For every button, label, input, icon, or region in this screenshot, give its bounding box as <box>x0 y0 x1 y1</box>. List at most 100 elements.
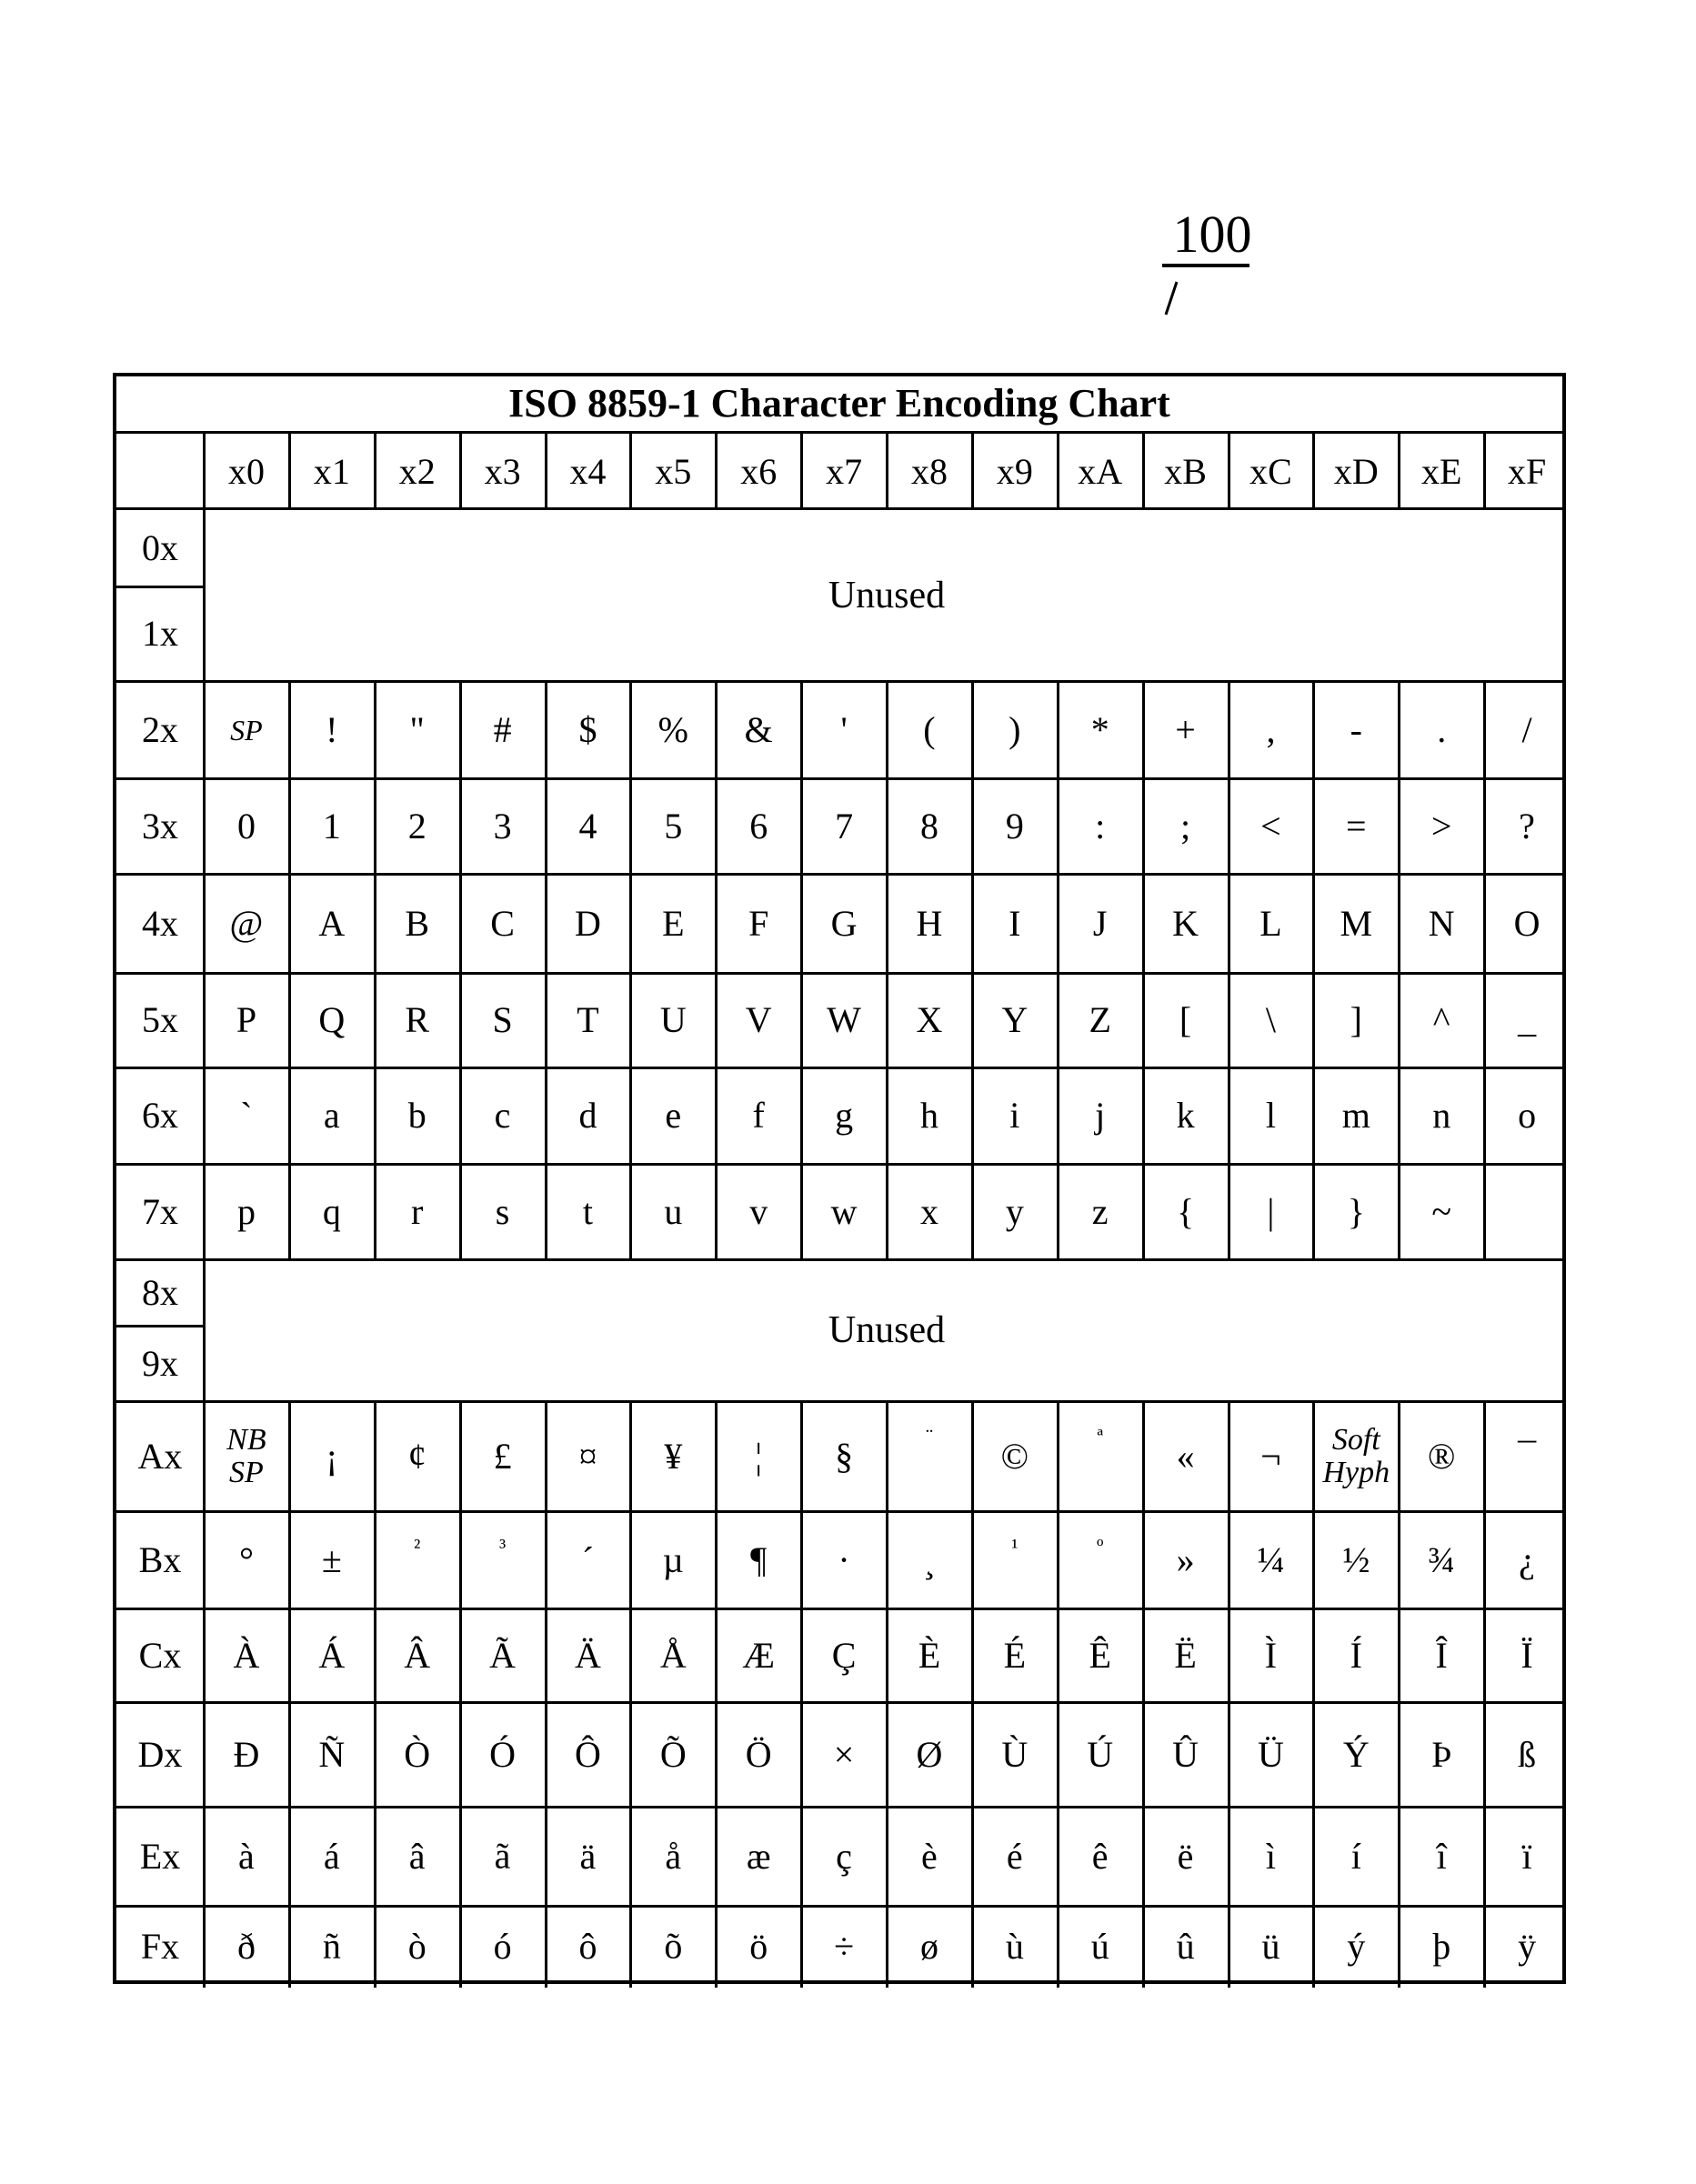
char-cell: ¹ <box>1011 1536 1019 1559</box>
column-divider <box>287 434 291 509</box>
char-cell: R <box>405 999 430 1040</box>
char-cell: Ø <box>916 1733 943 1775</box>
char-cell: , <box>1266 708 1276 750</box>
char-cell: e <box>665 1095 682 1136</box>
char-cell: k <box>1176 1095 1195 1136</box>
column-divider <box>886 1164 888 1259</box>
char-cell: ë <box>1177 1835 1194 1877</box>
column-divider <box>1141 973 1145 1067</box>
column-divider <box>886 1511 888 1608</box>
char-cell: Á <box>318 1634 346 1676</box>
char-cell: ç <box>836 1835 852 1877</box>
char-cell: ] <box>1350 999 1362 1040</box>
char-cell: NB SP <box>204 1401 289 1511</box>
char-cell: G <box>830 902 858 944</box>
char-cell: ¦ <box>755 1435 763 1477</box>
column-divider <box>373 1906 376 1988</box>
column-divider <box>629 1807 633 1906</box>
column-divider <box>1312 973 1316 1067</box>
char-cell: Ã <box>489 1634 516 1676</box>
leader-line <box>1164 281 1179 316</box>
column-header: x7 <box>826 450 863 492</box>
char-cell: p <box>236 1190 256 1232</box>
char-cell: 8 <box>919 805 938 847</box>
char-cell: l <box>1265 1095 1276 1136</box>
char-cell: ¼ <box>1257 1538 1285 1580</box>
column-divider <box>458 973 462 1067</box>
column-divider <box>970 1906 974 1988</box>
column-divider <box>715 681 718 778</box>
char-cell: Ñ <box>318 1733 346 1775</box>
column-divider <box>629 1401 633 1511</box>
char-cell: I <box>1009 902 1021 944</box>
column-divider <box>458 874 462 973</box>
column-divider <box>544 681 547 778</box>
column-divider <box>1227 1164 1230 1259</box>
column-divider <box>458 778 462 874</box>
column-divider <box>1312 681 1316 778</box>
column-divider <box>1227 434 1230 509</box>
char-cell: ¯ <box>1518 1435 1537 1477</box>
char-cell: J <box>1092 902 1108 944</box>
char-label-line: SP <box>229 1455 264 1489</box>
column-divider <box>544 874 547 973</box>
char-cell: Ô <box>574 1733 601 1775</box>
column-divider <box>1483 874 1487 973</box>
row-header: 7x <box>142 1190 178 1232</box>
column-divider <box>1056 874 1059 973</box>
row-header: 3x <box>142 805 178 847</box>
char-cell: þ <box>1432 1926 1451 1967</box>
char-cell: Í <box>1350 1634 1362 1676</box>
char-cell: ó <box>493 1926 512 1967</box>
column-divider <box>1398 1164 1401 1259</box>
column-divider <box>1141 1401 1145 1511</box>
column-divider <box>715 874 718 973</box>
column-divider <box>886 681 888 778</box>
column-header: x2 <box>398 450 436 492</box>
column-divider <box>715 1164 718 1259</box>
row-header: Cx <box>138 1634 182 1676</box>
column-divider <box>800 1906 804 1988</box>
column-divider <box>287 1067 291 1164</box>
char-cell: w <box>830 1190 858 1232</box>
char-cell: Y <box>1001 999 1029 1040</box>
char-label-line: NB <box>226 1422 266 1457</box>
char-cell: Ò <box>404 1733 431 1775</box>
column-divider <box>629 1702 633 1807</box>
char-cell: ê <box>1091 1835 1109 1877</box>
column-divider <box>544 1401 547 1511</box>
char-cell: { <box>1176 1190 1195 1232</box>
char-cell: ^ <box>1432 999 1450 1040</box>
char-cell: · <box>838 1538 850 1580</box>
column-divider <box>970 874 974 973</box>
row-header: 9x <box>142 1342 178 1384</box>
column-divider <box>970 1702 974 1807</box>
column-divider <box>1398 1807 1401 1906</box>
char-cell: b <box>407 1095 427 1136</box>
char-cell: ( <box>923 708 936 750</box>
column-header: x5 <box>655 450 692 492</box>
char-cell: ` <box>240 1095 253 1136</box>
char-cell: © <box>1000 1435 1029 1477</box>
column-divider <box>544 1906 547 1988</box>
char-cell: : <box>1095 805 1106 847</box>
char-cell: ì <box>1265 1835 1276 1877</box>
char-cell: h <box>919 1095 938 1136</box>
char-cell: ® <box>1427 1435 1456 1477</box>
column-divider <box>544 1164 547 1259</box>
char-cell: ò <box>407 1926 427 1967</box>
char-cell: ï <box>1521 1835 1532 1877</box>
column-divider <box>629 434 633 509</box>
char-cell: O <box>1513 902 1540 944</box>
char-cell: q <box>322 1190 341 1232</box>
column-divider <box>715 1807 718 1906</box>
column-divider <box>886 1906 888 1988</box>
char-cell: c <box>494 1095 511 1136</box>
char-cell: ý <box>1347 1926 1366 1967</box>
char-cell: ° <box>238 1538 254 1580</box>
char-cell: > <box>1430 805 1452 847</box>
char-cell: " <box>409 708 425 750</box>
encoding-chart-table: ISO 8859-1 Character Encoding Chart x0 x1… <box>113 373 1566 1988</box>
row-header: 5x <box>142 999 178 1040</box>
char-cell: 4 <box>578 805 597 847</box>
